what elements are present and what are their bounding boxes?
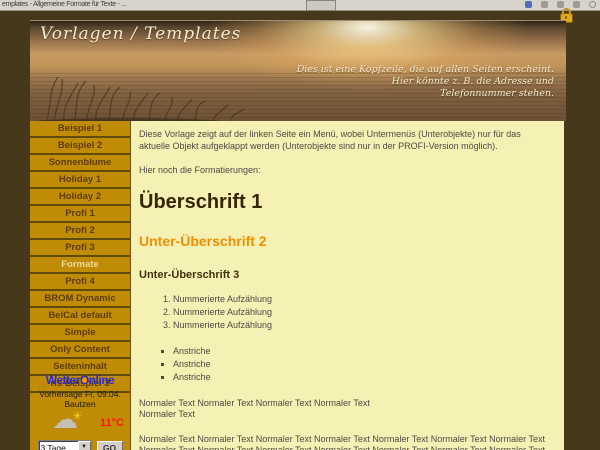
go-button[interactable]: GO: [97, 441, 123, 450]
normal-text-short: Normaler Text Normaler Text Normaler Tex…: [139, 398, 554, 421]
bullet-list-item: Anstriche: [173, 358, 554, 371]
intro-paragraph: Diese Vorlage zeigt auf der linken Seite…: [139, 129, 554, 152]
numbered-list: Nummerierte Aufzählung Nummerierte Aufzä…: [139, 293, 554, 332]
partly-cloudy-icon: ☀ ☁: [52, 411, 92, 437]
forecast-city: Bautzen: [30, 399, 130, 409]
forecast-range-select[interactable]: 3 Tage ▼: [38, 440, 92, 450]
sidebar-item-brom-dynamic[interactable]: BROM Dynamic: [30, 291, 130, 308]
sidebar-item-holiday-1[interactable]: Holiday 1: [30, 172, 130, 189]
heading-3: Unter-Überschrift 3: [139, 269, 554, 281]
temperature-value: 11°C: [100, 417, 124, 429]
sidebar-item-holiday-2[interactable]: Holiday 2: [30, 189, 130, 206]
bullet-list-item: Anstriche: [173, 345, 554, 358]
bullet-list: Anstriche Anstriche Anstriche: [139, 345, 554, 384]
sidebar-item-profi-1[interactable]: Profi 1: [30, 206, 130, 223]
page-background: emplates - Allgemeine Formate für Texte …: [0, 0, 600, 450]
mail-icon[interactable]: [573, 1, 580, 8]
heading-1: Überschrift 1: [139, 191, 554, 214]
forecast-date: Vorhersage Fr, 09.04.: [30, 389, 130, 399]
help-icon[interactable]: [589, 1, 596, 8]
logo-text-nline: nline: [89, 373, 115, 387]
formats-label: Hier noch die Formatierungen:: [139, 165, 554, 177]
sun-o-icon: O: [80, 373, 89, 387]
sidebar-item-profi-2[interactable]: Profi 2: [30, 223, 130, 240]
weather-controls: 3 Tage ▼ GO: [30, 440, 130, 450]
normal-text-long: Normaler Text Normaler Text Normaler Tex…: [139, 434, 554, 450]
browser-tab-edge[interactable]: [306, 0, 336, 11]
sidebar-item-sonnenblume[interactable]: Sonnenblume: [30, 155, 130, 172]
numbered-list-item: Nummerierte Aufzählung: [173, 293, 554, 306]
dune-grass-graphic: [38, 75, 253, 121]
tagline-line-3: Telefonnummer stehen.: [297, 88, 554, 100]
tagline-line-1: Dies ist eine Kopfzeile, die auf allen S…: [297, 64, 554, 76]
home-icon[interactable]: [557, 1, 564, 8]
cloud-icon: ☁: [52, 405, 78, 435]
sidebar-item-belcal-default[interactable]: BelCal default: [30, 308, 130, 325]
browser-tab-title[interactable]: emplates - Allgemeine Formate für Texte …: [2, 1, 126, 8]
chevron-down-icon[interactable]: ▼: [78, 441, 91, 450]
logo-text-wetter: Wetter: [46, 373, 80, 387]
heading-2: Unter-Überschrift 2: [139, 233, 554, 249]
sidebar-item-formate[interactable]: Formate: [30, 257, 130, 274]
browser-tab-bar: emplates - Allgemeine Formate für Texte …: [0, 0, 600, 11]
wetteronline-logo[interactable]: WetterOnline: [30, 373, 130, 387]
numbered-list-item: Nummerierte Aufzählung: [173, 319, 554, 332]
forecast-row: ☀ ☁ 11°C: [30, 411, 130, 437]
print-icon[interactable]: [541, 1, 548, 8]
forecast-range-value: 3 Tage: [39, 443, 78, 450]
sidebar-item-beispiel-1[interactable]: Beispiel 1: [30, 121, 130, 138]
weather-widget: WetterOnline Vorhersage Fr, 09.04. Bautz…: [30, 373, 130, 450]
sidebar-menu: Beispiel 1 Beispiel 2 Sonnenblume Holida…: [30, 121, 130, 450]
bullet-list-item: Anstriche: [173, 371, 554, 384]
sidebar-item-only-content[interactable]: Only Content: [30, 342, 130, 359]
bookmark-icon[interactable]: [525, 1, 532, 8]
sidebar-item-simple[interactable]: Simple: [30, 325, 130, 342]
numbered-list-item: Nummerierte Aufzählung: [173, 306, 554, 319]
sidebar-item-profi-3[interactable]: Profi 3: [30, 240, 130, 257]
header-banner: Vorlagen / Templates Dies ist eine Kopfz…: [30, 20, 566, 121]
tagline-line-2: Hier könnte z. B. die Adresse und: [297, 76, 554, 88]
sidebar-item-profi-4[interactable]: Profi 4: [30, 274, 130, 291]
browser-toolbar-icons: [525, 1, 596, 8]
main-content: Diese Vorlage zeigt auf der linken Seite…: [130, 121, 564, 450]
site-title: Vorlagen / Templates: [40, 24, 241, 44]
sidebar-item-beispiel-2[interactable]: Beispiel 2: [30, 138, 130, 155]
header-tagline: Dies ist eine Kopfzeile, die auf allen S…: [297, 64, 554, 100]
